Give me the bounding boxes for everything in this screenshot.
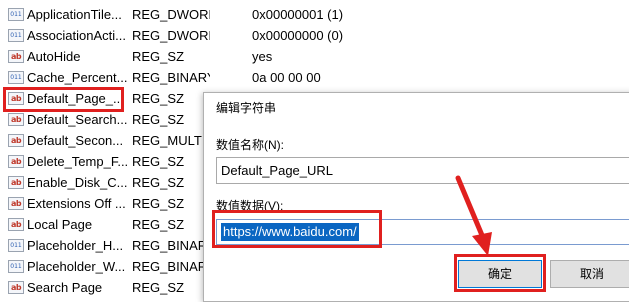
value-name-label: 数值名称(N): xyxy=(216,138,284,152)
registry-row[interactable]: 011 AssociationActi... REG_DWORD 0x00000000… xyxy=(0,25,629,46)
string-icon: ab xyxy=(8,176,24,189)
registry-value-type: REG_SZ xyxy=(132,175,185,190)
registry-value-type: REG_MULTI_... xyxy=(132,133,210,148)
arrow-shaft xyxy=(455,175,487,243)
dword-icon: 011 xyxy=(8,29,24,42)
registry-value-type: REG_SZ xyxy=(132,196,185,211)
default-page-highlight-box xyxy=(3,87,124,112)
registry-value-type: REG_DWORD xyxy=(132,7,210,22)
arrow-head xyxy=(472,232,492,256)
registry-value-name: Placeholder_H... xyxy=(27,238,124,253)
red-arrow-icon xyxy=(455,175,492,256)
registry-value-data: yes xyxy=(252,49,273,64)
registry-value-type: REG_BINARY xyxy=(132,70,210,85)
registry-value-data: 0x00000001 (1) xyxy=(252,7,344,22)
cancel-button[interactable]: 取消 xyxy=(550,260,629,288)
registry-value-name: Default_Search... xyxy=(27,112,127,127)
registry-value-name: Enable_Disk_C... xyxy=(27,175,127,190)
string-icon: ab xyxy=(8,218,24,231)
registry-row[interactable]: 011 ApplicationTile... REG_DWORD 0x00000001… xyxy=(0,4,629,25)
registry-value-name: Extensions Off ... xyxy=(27,196,126,211)
registry-row[interactable]: 011 Cache_Percent... REG_BINARY 0a 00 00 00 xyxy=(0,67,629,88)
registry-value-type: REG_SZ xyxy=(132,280,185,295)
registry-value-data: 0a 00 00 00 xyxy=(252,70,321,85)
registry-value-name: Default_Secon... xyxy=(27,133,124,148)
string-icon: ab xyxy=(8,197,24,210)
registry-value-name: AutoHide xyxy=(27,49,81,64)
registry-value-name: AssociationActi... xyxy=(27,28,126,43)
binary-icon: 011 xyxy=(8,71,24,84)
registry-value-type: REG_SZ xyxy=(132,112,185,127)
registry-value-data: 0x00000000 (0) xyxy=(252,28,344,43)
value-data-highlight-box xyxy=(212,210,382,248)
value-name-field[interactable]: Default_Page_URL xyxy=(216,157,629,184)
edit-string-dialog: 编辑字符串 数值名称(N): Default_Page_URL 数值数据(V):… xyxy=(203,92,629,302)
registry-value-type: REG_BINARY xyxy=(132,259,210,274)
registry-value-name: Local Page xyxy=(27,217,93,232)
binary-icon: 011 xyxy=(8,260,24,273)
registry-value-type: REG_SZ xyxy=(132,91,185,106)
registry-value-type: REG_SZ xyxy=(132,49,185,64)
registry-value-name: Delete_Temp_F... xyxy=(27,154,127,169)
registry-row[interactable]: ab AutoHide REG_SZ yes xyxy=(0,46,629,67)
dword-icon: 011 xyxy=(8,8,24,21)
registry-value-type: REG_SZ xyxy=(132,217,185,232)
binary-icon: 011 xyxy=(8,239,24,252)
registry-value-name: Search Page xyxy=(27,280,103,295)
string-icon: ab xyxy=(8,281,24,294)
string-icon: ab xyxy=(8,155,24,168)
string-icon: ab xyxy=(8,113,24,126)
dialog-title: 编辑字符串 xyxy=(216,101,277,115)
registry-value-type: REG_DWORD xyxy=(132,28,210,43)
registry-value-type: REG_SZ xyxy=(132,154,185,169)
string-icon: ab xyxy=(8,50,24,63)
registry-value-name: Placeholder_W... xyxy=(27,259,126,274)
registry-value-type: REG_BINARY xyxy=(132,238,210,253)
registry-value-name: ApplicationTile... xyxy=(27,7,122,22)
string-icon: ab xyxy=(8,134,24,147)
registry-value-name: Cache_Percent... xyxy=(27,70,127,85)
